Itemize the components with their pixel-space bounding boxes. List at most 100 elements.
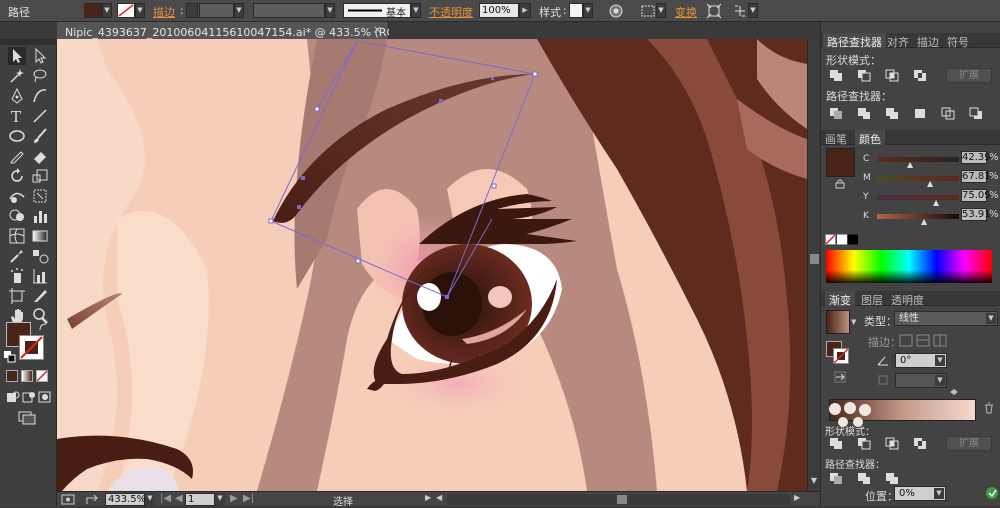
status-menu-icon[interactable]: ▶ — [425, 493, 431, 502]
stroke-weight-field[interactable] — [199, 3, 234, 18]
stroke-label[interactable]: 描边 — [153, 4, 175, 20]
align-to-icon[interactable] — [640, 3, 656, 19]
profile-dropdown-icon[interactable]: ▼ — [325, 3, 335, 18]
floating-expand-button[interactable]: 扩展 — [946, 436, 992, 451]
merge-icon[interactable] — [885, 107, 899, 120]
curvature-tool-icon[interactable] — [31, 87, 49, 105]
cyan-value[interactable]: 42.39 — [961, 151, 991, 164]
ellipse-tool-icon[interactable] — [8, 127, 26, 145]
paintbrush-tool-icon[interactable] — [31, 127, 49, 145]
fill-dropdown-icon[interactable]: ▼ — [102, 3, 112, 18]
tab-color[interactable]: 颜色 — [855, 130, 885, 146]
stroke-color-box[interactable] — [19, 335, 44, 360]
eraser-tool-icon[interactable] — [31, 147, 49, 165]
shape-builder-tool-icon[interactable] — [8, 207, 26, 225]
tab-transparency[interactable]: 透明度 — [891, 291, 924, 307]
zoom-level-field[interactable]: 433.5% — [105, 493, 146, 506]
free-transform-tool-icon[interactable] — [31, 187, 49, 205]
transform-options-icon[interactable] — [732, 3, 748, 19]
last-artboard-icon[interactable]: ▶| — [243, 493, 254, 504]
artboard-dropdown-icon[interactable]: ▼ — [215, 493, 225, 506]
magenta-value[interactable]: 67.81 — [961, 170, 991, 183]
gradient-position-field[interactable]: 0% ▼ — [894, 486, 946, 501]
close-document-icon[interactable]: × — [373, 23, 382, 36]
artboard-number-field[interactable]: 1 — [185, 493, 215, 506]
tab-symbols[interactable]: 符号 — [947, 33, 969, 49]
crop-icon[interactable] — [913, 107, 927, 120]
unite-icon[interactable] — [829, 69, 843, 82]
transform-link[interactable]: 变换 — [675, 4, 697, 20]
eyedropper-tool-icon[interactable] — [8, 247, 26, 265]
color-spectrum[interactable] — [826, 250, 992, 283]
reverse-gradient-icon[interactable] — [834, 371, 846, 383]
black-slider[interactable] — [877, 214, 959, 219]
opacity-label[interactable]: 不透明度 — [429, 4, 473, 20]
draw-behind-icon[interactable] — [22, 391, 36, 403]
share-icon[interactable] — [85, 494, 99, 505]
gradient-preview-swatch[interactable] — [826, 310, 850, 334]
horizontal-scrollbar[interactable] — [447, 494, 790, 505]
first-artboard-icon[interactable]: |◀ — [160, 493, 171, 504]
gradient-mode-icon[interactable] — [21, 370, 33, 382]
scroll-left-icon[interactable]: ◀ — [436, 493, 442, 502]
cyan-slider[interactable] — [877, 157, 959, 162]
zoom-dropdown-icon[interactable]: ▼ — [145, 493, 155, 506]
tab-pathfinder[interactable]: 路径查找器 — [823, 33, 886, 49]
pencil-tool-icon[interactable] — [8, 147, 26, 165]
brush-dropdown-icon[interactable]: ▼ — [411, 3, 421, 18]
yellow-slider-thumb[interactable]: ▲ — [933, 198, 939, 207]
style-dropdown-icon[interactable]: ▼ — [583, 3, 593, 18]
out-of-gamut-icon[interactable] — [835, 179, 845, 189]
graph-tool-icon[interactable] — [31, 207, 49, 225]
yellow-value[interactable]: 75.09 — [961, 189, 991, 202]
brush-definition[interactable]: 基本 — [343, 3, 411, 19]
artboard-tool-icon[interactable] — [8, 287, 26, 305]
isolate-selected-icon[interactable] — [706, 3, 722, 19]
scale-tool-icon[interactable] — [31, 167, 49, 185]
mesh-tool-icon[interactable] — [8, 227, 26, 245]
rotate-tool-icon[interactable] — [8, 167, 26, 185]
gradient-stroke-indicator-icon[interactable] — [833, 348, 849, 364]
lasso-tool-icon[interactable] — [31, 67, 49, 85]
tab-gradient[interactable]: 渐变 — [825, 291, 855, 307]
scroll-right-icon[interactable]: ▶ — [794, 493, 800, 502]
stroke-swatch[interactable] — [117, 3, 135, 18]
cyan-slider-thumb[interactable]: ▲ — [907, 160, 913, 169]
selection-tool-icon[interactable] — [8, 47, 26, 65]
intersect-icon[interactable] — [885, 69, 899, 82]
transform-options-dropdown-icon[interactable]: ▼ — [748, 3, 758, 18]
tools-panel-grip[interactable] — [0, 39, 57, 45]
slice-tool-icon[interactable] — [31, 287, 49, 305]
symbol-sprayer-tool-icon[interactable] — [8, 267, 26, 285]
tab-layers[interactable]: 图层 — [861, 291, 883, 307]
floating-divide-icon[interactable] — [829, 472, 843, 485]
graphic-style-swatch[interactable] — [569, 3, 583, 18]
tab-align[interactable]: 对齐 — [887, 33, 909, 49]
none-white-black-swatches[interactable] — [825, 234, 859, 245]
floating-merge-icon[interactable] — [885, 472, 899, 485]
stroke-dropdown-icon[interactable]: ▼ — [135, 3, 145, 18]
column-graph-tool-icon[interactable] — [31, 267, 49, 285]
line-segment-tool-icon[interactable] — [31, 107, 49, 125]
minus-front-icon[interactable] — [857, 69, 871, 82]
direct-selection-tool-icon[interactable] — [31, 47, 49, 65]
pen-tool-icon[interactable] — [8, 87, 26, 105]
stroke-weight-dropdown-icon[interactable]: ▼ — [234, 3, 244, 18]
opacity-field[interactable]: 100% — [479, 3, 519, 18]
magenta-slider[interactable] — [877, 176, 959, 181]
floating-minus-front-icon[interactable] — [857, 437, 871, 450]
gradient-preset-dropdown-icon[interactable]: ▼ — [851, 318, 856, 326]
align-dropdown-icon[interactable]: ▼ — [656, 3, 666, 18]
blend-tool-icon[interactable] — [31, 247, 49, 265]
variable-width-profile[interactable] — [253, 3, 325, 18]
gradient-angle-field[interactable]: 0° ▼ — [895, 353, 947, 368]
default-fill-stroke-icon[interactable] — [4, 351, 16, 363]
black-value[interactable]: 53.91 — [961, 208, 991, 221]
fill-swatch[interactable] — [84, 3, 102, 18]
exclude-icon[interactable] — [913, 69, 927, 82]
aspect-ratio-field[interactable]: ▼ — [895, 373, 947, 388]
scroll-down-icon[interactable]: ▼ — [809, 476, 819, 488]
horizontal-scroll-thumb[interactable] — [617, 495, 627, 504]
warp-tool-icon[interactable] — [8, 187, 26, 205]
divide-icon[interactable] — [829, 107, 843, 120]
